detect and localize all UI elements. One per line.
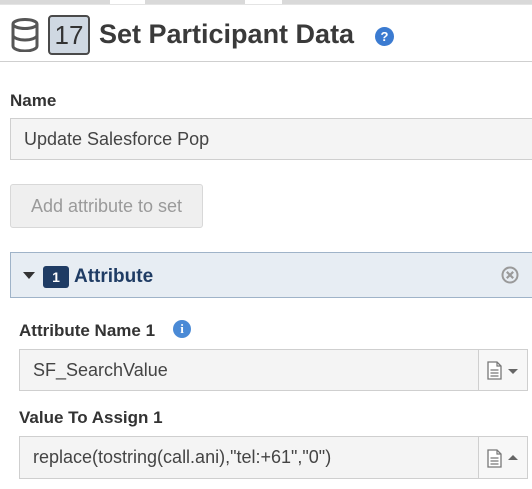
value-to-assign-input[interactable]: replace(tostring(call.ani),"tel:+61","0"… xyxy=(19,436,479,479)
value-to-assign-menu-button[interactable] xyxy=(478,436,528,479)
top-strip-segment xyxy=(145,0,245,4)
top-strip-segment xyxy=(0,0,110,4)
database-icon xyxy=(11,18,39,52)
caret-down-icon[interactable] xyxy=(23,272,35,279)
chevron-up-icon xyxy=(508,455,518,460)
attribute-name-menu-button[interactable] xyxy=(478,349,528,391)
document-icon xyxy=(487,361,502,380)
document-icon xyxy=(487,449,502,468)
name-input[interactable]: Update Salesforce Pop xyxy=(10,118,532,160)
attribute-panel-header[interactable]: 1 Attribute xyxy=(10,252,532,298)
attribute-name-input[interactable]: SF_SearchValue xyxy=(19,349,479,391)
top-strip-segment xyxy=(282,0,532,4)
add-attribute-button[interactable]: Add attribute to set xyxy=(10,184,203,228)
value-to-assign-label: Value To Assign 1 xyxy=(19,408,163,427)
remove-icon[interactable] xyxy=(501,266,519,284)
attribute-count-badge: 1 xyxy=(43,266,69,288)
step-number-badge: 17 xyxy=(48,15,90,55)
info-icon[interactable]: i xyxy=(173,320,191,338)
page-title: Set Participant Data xyxy=(99,19,355,49)
attribute-panel-title: Attribute xyxy=(74,266,154,287)
name-label: Name xyxy=(10,91,57,110)
header: 17 Set Participant Data ? xyxy=(0,5,532,62)
help-icon[interactable]: ? xyxy=(375,27,394,46)
attribute-name-label: Attribute Name 1 xyxy=(19,321,156,340)
chevron-down-icon xyxy=(508,369,518,374)
